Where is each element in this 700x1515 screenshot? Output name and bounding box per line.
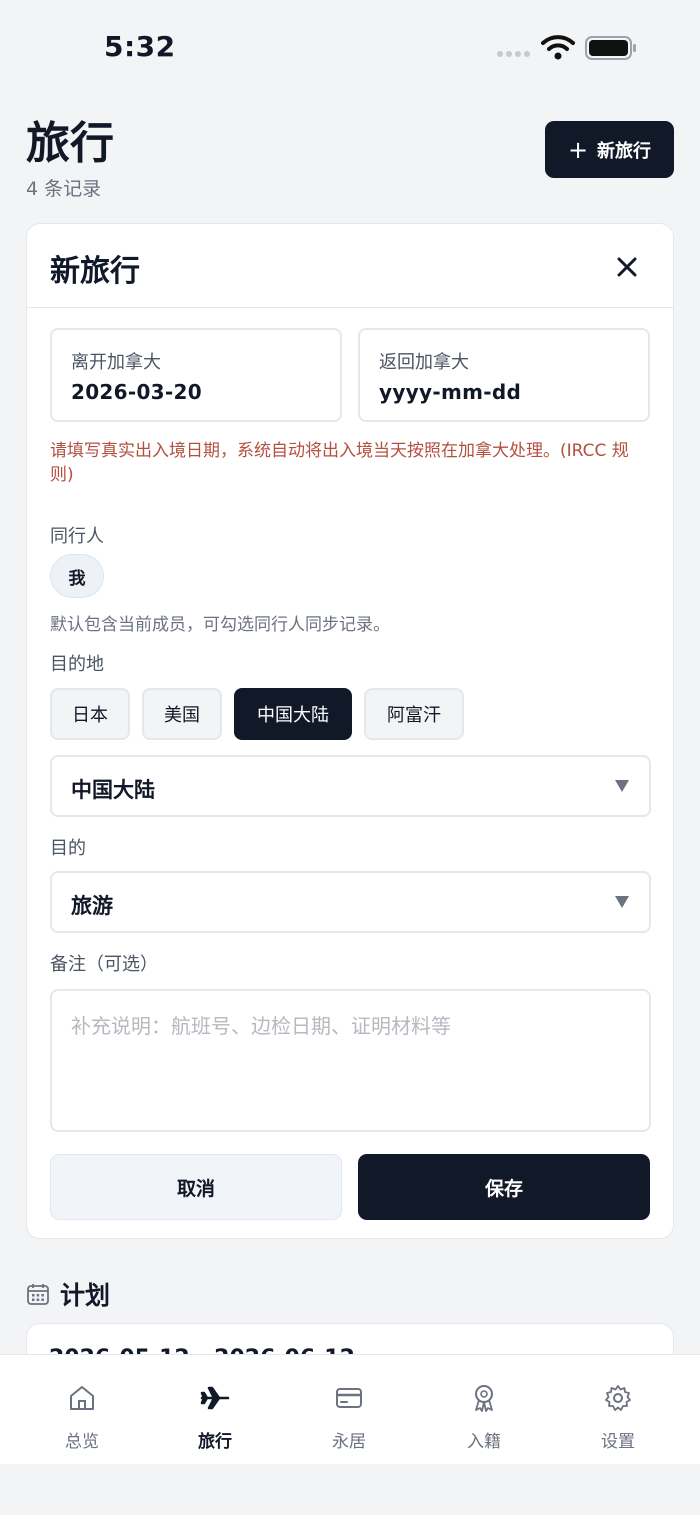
destination-select-value: 中国大陆 <box>71 778 155 802</box>
battery-icon <box>585 36 636 60</box>
form-header: 新旅行 <box>27 224 673 308</box>
companions-label: 同行人 <box>50 526 104 547</box>
depart-date-field[interactable]: 离开加拿大 2026-03-20 <box>50 328 342 422</box>
purpose-select-value: 旅游 <box>71 894 113 918</box>
tab-label: 旅行 <box>198 1432 232 1452</box>
plan-heading: 计划 <box>26 1276 110 1312</box>
purpose-label: 目的 <box>50 838 86 859</box>
tab-label: 入籍 <box>467 1432 501 1452</box>
depart-date-label: 离开加拿大 <box>71 352 161 373</box>
cellular-signal-icon <box>497 51 530 57</box>
gear-icon <box>605 1385 631 1411</box>
cancel-button[interactable]: 取消 <box>50 1154 342 1220</box>
tab-pr[interactable]: 永居 <box>294 1355 404 1465</box>
new-trip-button[interactable]: + 新旅行 <box>545 121 674 178</box>
chevron-down-icon <box>615 780 629 792</box>
page-header: 旅行 4 条记录 + 新旅行 <box>26 116 674 202</box>
home-icon <box>70 1386 94 1410</box>
destination-chip-usa[interactable]: 美国 <box>142 688 222 740</box>
plus-icon: + <box>567 135 589 164</box>
destination-chip-afghanistan[interactable]: 阿富汗 <box>364 688 464 740</box>
tab-citizenship[interactable]: 入籍 <box>429 1355 539 1465</box>
destination-chip-japan[interactable]: 日本 <box>50 688 130 740</box>
depart-date-value: 2026-03-20 <box>71 380 202 404</box>
new-trip-form: 新旅行 离开加拿大 2026-03-20 返回加拿大 yyyy-mm-dd 请填… <box>26 223 674 1239</box>
status-bar: 5:32 <box>0 0 700 96</box>
tab-label: 设置 <box>601 1432 635 1452</box>
notes-textarea[interactable]: 补充说明：航班号、边检日期、证明材料等 <box>50 989 651 1132</box>
notes-placeholder: 补充说明：航班号、边检日期、证明材料等 <box>71 1014 451 1038</box>
save-button[interactable]: 保存 <box>358 1154 650 1220</box>
tab-label: 总览 <box>65 1432 99 1452</box>
tab-overview[interactable]: 总览 <box>27 1355 137 1465</box>
card-icon <box>336 1388 362 1408</box>
return-date-value: yyyy-mm-dd <box>379 380 522 404</box>
tab-travel[interactable]: 旅行 <box>160 1355 270 1465</box>
tab-settings[interactable]: 设置 <box>563 1355 673 1465</box>
plan-title: 计划 <box>60 1281 111 1310</box>
airplane-icon <box>200 1386 230 1410</box>
wifi-icon <box>541 35 575 60</box>
new-trip-label: 新旅行 <box>597 140 652 162</box>
destination-chip-china[interactable]: 中国大陆 <box>234 688 352 740</box>
tab-label: 永居 <box>332 1432 366 1452</box>
tab-bar: 总览 旅行 永居 入籍 设置 <box>0 1354 700 1464</box>
destination-label: 目的地 <box>50 654 104 675</box>
status-time: 5:32 <box>104 30 176 63</box>
notes-label: 备注（可选） <box>50 954 158 975</box>
purpose-select[interactable]: 旅游 <box>50 871 651 933</box>
date-warning: 请填写真实出入境日期，系统自动将出入境当天按照在加拿大处理。(IRCC 规则) <box>50 441 629 485</box>
companions-hint: 默认包含当前成员，可勾选同行人同步记录。 <box>50 615 390 635</box>
award-icon <box>475 1385 493 1412</box>
page-title: 旅行 <box>26 118 114 169</box>
destination-select[interactable]: 中国大陆 <box>50 755 651 817</box>
companion-chip-me[interactable]: 我 <box>50 554 104 598</box>
return-date-label: 返回加拿大 <box>379 352 469 373</box>
chevron-down-icon <box>615 896 629 908</box>
return-date-field[interactable]: 返回加拿大 yyyy-mm-dd <box>358 328 650 422</box>
calendar-icon <box>27 1284 49 1305</box>
form-title: 新旅行 <box>50 254 140 289</box>
record-count: 4 条记录 <box>26 178 102 200</box>
close-icon[interactable] <box>616 256 638 278</box>
